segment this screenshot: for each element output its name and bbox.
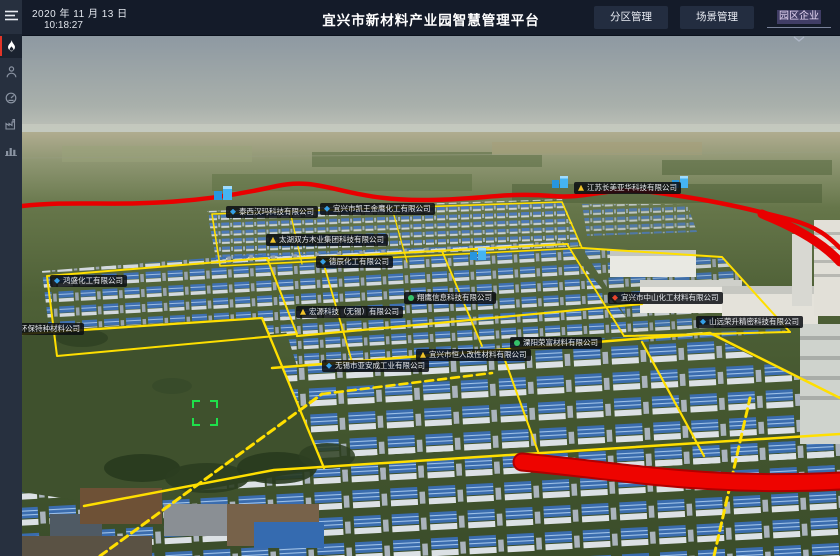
company-label[interactable]: 泰西汉玛科技有限公司	[226, 206, 318, 218]
company-name: 泰西汉玛科技有限公司	[239, 208, 314, 216]
company-name: 德辰化工有限公司	[329, 258, 389, 266]
company-label[interactable]: 德辰化工有限公司	[316, 256, 393, 268]
company-name: 太湖双方木业集团科技有限公司	[279, 236, 384, 244]
enterprise-marker-icon	[700, 319, 706, 325]
bar-chart-icon	[5, 145, 17, 156]
header-actions: 分区管理 场景管理 园区企业	[594, 6, 832, 46]
company-name: 溧阳荣富材料有限公司	[523, 339, 598, 347]
enterprise-marker-icon	[270, 237, 276, 243]
sidebar-item-personnel[interactable]	[0, 60, 22, 84]
company-label[interactable]: 鸿盛化工有限公司	[50, 275, 127, 287]
sidebar-item-fire[interactable]	[0, 34, 22, 58]
company-name: 翔鹰信息科技有限公司	[417, 294, 492, 302]
left-icon-rail	[0, 0, 22, 556]
company-name: 宏源科技（无锡）有限公司	[309, 308, 399, 316]
sky	[22, 36, 840, 136]
scene-management-button[interactable]: 场景管理	[680, 6, 754, 29]
chevron-down-icon	[766, 30, 832, 46]
enterprise-marker-icon	[420, 352, 426, 358]
company-name: 宜兴市恒人改性材料有限公司	[429, 351, 527, 359]
company-label[interactable]: 江苏长美亚华科技有限公司	[574, 182, 681, 194]
sidebar-item-enterprises[interactable]	[0, 112, 22, 136]
menu-icon[interactable]	[0, 6, 22, 24]
gauge-icon	[5, 92, 17, 104]
enterprise-marker-icon	[300, 309, 306, 315]
top-header: 2020 年 11 月 13 日 10:18:27 宜兴市新材料产业园智慧管理平…	[22, 0, 840, 36]
company-name: 鸿盛化工有限公司	[63, 277, 123, 285]
map-selection-target[interactable]	[192, 400, 218, 426]
enterprise-marker-icon	[230, 209, 236, 215]
factory-icon	[5, 118, 17, 130]
company-name: 山远荣升精密科技有限公司	[709, 318, 799, 326]
enterprise-marker-icon	[578, 185, 584, 191]
dropdown-label: 园区企业	[777, 10, 821, 24]
company-label[interactable]: 宜兴市恒人改性材料有限公司	[416, 349, 531, 361]
company-label[interactable]: 太湖双方木业集团科技有限公司	[266, 234, 388, 246]
enterprise-marker-icon	[324, 206, 330, 212]
company-name: 无锡市亚安成工业有限公司	[335, 362, 425, 370]
sidebar-item-monitor[interactable]	[0, 86, 22, 110]
dropdown-divider	[767, 27, 831, 28]
company-label[interactable]: 翔鹰信息科技有限公司	[404, 292, 496, 304]
enterprise-marker-icon	[514, 340, 520, 346]
person-icon	[6, 66, 17, 78]
company-label[interactable]: 宜兴市凯王金鹰化工有限公司	[320, 203, 435, 215]
zone-management-button[interactable]: 分区管理	[594, 6, 668, 29]
company-label[interactable]: 宏源科技（无锡）有限公司	[296, 306, 403, 318]
company-label[interactable]: 宜兴市中山化工材料有限公司	[608, 292, 723, 304]
company-label[interactable]: 溧阳荣富材料有限公司	[510, 337, 602, 349]
enterprise-marker-icon	[612, 295, 618, 301]
flame-icon	[6, 40, 17, 53]
enterprise-marker-icon	[54, 278, 60, 284]
enterprise-marker-icon	[408, 295, 414, 301]
enterprise-marker-icon	[326, 363, 332, 369]
park-enterprise-dropdown[interactable]: 园区企业	[766, 6, 832, 46]
company-name: 宜兴市凯王金鹰化工有限公司	[333, 205, 431, 213]
company-name: 江苏长美亚华科技有限公司	[587, 184, 677, 192]
sidebar-item-statistics[interactable]	[0, 138, 22, 162]
enterprise-marker-icon	[320, 259, 326, 265]
company-label[interactable]: 无锡市亚安成工业有限公司	[322, 360, 429, 372]
company-label[interactable]: 山远荣升精密科技有限公司	[696, 316, 803, 328]
company-name: 宜兴市中山化工材料有限公司	[621, 294, 719, 302]
